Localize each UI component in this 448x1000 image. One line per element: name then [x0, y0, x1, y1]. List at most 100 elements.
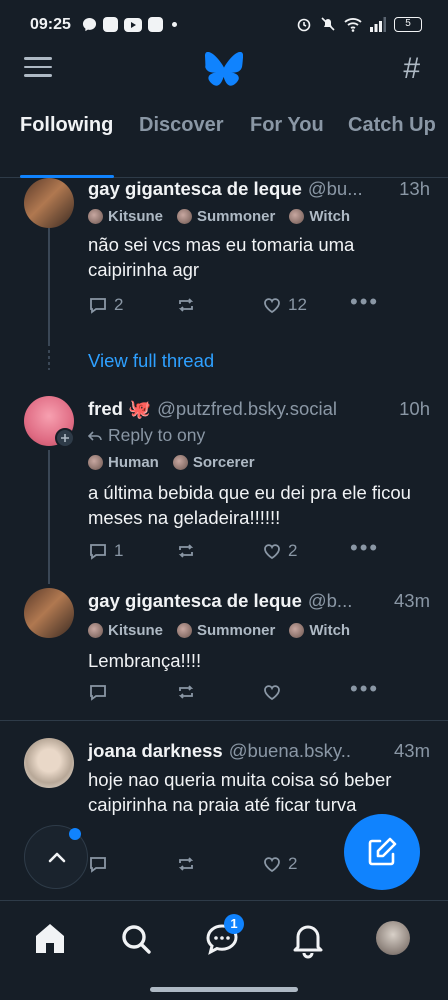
- post-text: hoje nao queria muita coisa só beber cai…: [88, 769, 392, 815]
- more-options-icon[interactable]: •••: [350, 678, 379, 700]
- butterfly-logo-icon[interactable]: [205, 52, 243, 86]
- app-icon: [148, 17, 163, 32]
- reply-button[interactable]: 1: [88, 541, 123, 561]
- bell-icon[interactable]: [288, 919, 328, 959]
- heart-icon: [264, 298, 280, 314]
- profile-badges: Kitsune Summoner Witch: [88, 208, 350, 225]
- reply-icon: [90, 857, 106, 873]
- reply-button[interactable]: [88, 682, 114, 702]
- author-name[interactable]: joana darkness: [88, 740, 223, 762]
- system-icons: 5: [296, 16, 422, 32]
- feeds-hash-icon[interactable]: #: [403, 52, 420, 86]
- badge: Witch: [289, 622, 350, 639]
- compose-icon: [368, 837, 397, 866]
- badge-icon: [172, 455, 188, 470]
- tab-discover[interactable]: Discover: [139, 114, 224, 137]
- reply-arrow-icon: [88, 430, 102, 441]
- like-button[interactable]: 2: [262, 541, 297, 561]
- reply-to-label[interactable]: Reply to ony: [88, 425, 205, 446]
- post-time[interactable]: 10h: [399, 398, 430, 420]
- badge-icon: [177, 623, 193, 638]
- like-button[interactable]: 12: [262, 295, 307, 315]
- dot-icon: [172, 22, 177, 27]
- post-time[interactable]: 13h: [399, 178, 430, 200]
- like-count: 12: [288, 295, 307, 314]
- post-time[interactable]: 43m: [394, 740, 430, 762]
- more-options-icon[interactable]: •••: [350, 291, 379, 313]
- like-button[interactable]: [262, 682, 288, 702]
- reply-button[interactable]: [88, 854, 114, 874]
- youtube-icon: [124, 17, 142, 32]
- thread-line: [48, 450, 50, 584]
- home-icon[interactable]: [30, 919, 70, 959]
- more-options-icon[interactable]: •••: [350, 537, 379, 559]
- thread-line-dotted: [48, 350, 50, 370]
- bottom-nav: [0, 900, 448, 1000]
- post-divider: [0, 720, 448, 721]
- post-actions: 2: [88, 854, 388, 878]
- repost-button[interactable]: [176, 541, 196, 561]
- mute-icon: [321, 17, 335, 31]
- tab-catch-up[interactable]: Catch Up: [348, 114, 436, 137]
- messenger-icon: [82, 17, 97, 32]
- tab-following[interactable]: Following: [20, 114, 113, 137]
- author-name[interactable]: gay gigantesca de leque: [88, 590, 302, 612]
- view-full-thread-link[interactable]: View full thread: [88, 350, 214, 372]
- post-text: Lembrança!!!!: [88, 650, 202, 671]
- profile-badges: Human Sorcerer: [88, 454, 255, 471]
- post-header: gay gigantesca de leque @b... 43m: [88, 590, 430, 612]
- repost-button[interactable]: [176, 682, 196, 702]
- like-button[interactable]: 2: [262, 854, 297, 874]
- avatar[interactable]: [24, 178, 74, 228]
- reply-button[interactable]: 2: [88, 295, 123, 315]
- badge-icon: [88, 455, 103, 470]
- badge-label: Sorcerer: [192, 454, 255, 471]
- post-time[interactable]: 43m: [394, 590, 430, 612]
- compose-button[interactable]: [344, 814, 420, 890]
- notification-icons: [82, 17, 177, 32]
- author-handle[interactable]: @b...: [308, 590, 388, 612]
- feed[interactable]: gay gigantesca de leque @bu... 13h Kitsu…: [0, 178, 448, 900]
- badge-label: Witch: [309, 622, 351, 639]
- post-header: fred 🐙 @putzfred.bsky.social 10h: [88, 398, 430, 420]
- like-count: 2: [288, 541, 298, 560]
- search-icon[interactable]: [116, 919, 156, 959]
- menu-icon[interactable]: [24, 57, 52, 81]
- reply-icon: [90, 685, 106, 701]
- reply-count: 1: [114, 541, 124, 560]
- badge-label: Witch: [309, 208, 351, 225]
- avatar[interactable]: [24, 738, 74, 788]
- like-count: 2: [288, 854, 298, 873]
- home-indicator[interactable]: [150, 987, 298, 992]
- wifi-icon: [344, 17, 362, 32]
- repost-icon: [178, 544, 194, 558]
- badge: Sorcerer: [172, 454, 255, 471]
- reply-icon: [90, 298, 106, 314]
- post-header: joana darkness @buena.bsky.. 43m: [88, 740, 430, 762]
- post-header: gay gigantesca de leque @bu... 13h: [88, 178, 430, 200]
- author-handle[interactable]: @buena.bsky..: [229, 740, 388, 762]
- follow-plus-icon[interactable]: [55, 428, 75, 448]
- status-time: 09:25: [30, 16, 71, 33]
- author-handle[interactable]: @bu...: [308, 178, 393, 200]
- author-name[interactable]: fred 🐙: [88, 398, 151, 420]
- author-name[interactable]: gay gigantesca de leque: [88, 178, 302, 200]
- heart-icon: [264, 857, 280, 873]
- badge-label: Kitsune: [108, 622, 164, 639]
- repost-button[interactable]: [176, 295, 196, 315]
- badge: Human: [88, 454, 159, 471]
- badge-icon: [289, 623, 305, 638]
- badge-label: Summoner: [197, 622, 276, 639]
- profile-avatar[interactable]: [376, 921, 410, 955]
- post-actions: 2 12 •••: [88, 291, 388, 319]
- top-bar: #: [0, 50, 448, 90]
- alarm-icon: [297, 18, 311, 32]
- badge-icon: [88, 623, 103, 638]
- thread-line: [48, 218, 50, 346]
- author-handle[interactable]: @putzfred.bsky.social: [157, 398, 393, 420]
- tab-for-you[interactable]: For You: [250, 114, 324, 137]
- repost-button[interactable]: [176, 854, 196, 874]
- heart-icon: [264, 685, 280, 701]
- reply-icon: [90, 544, 106, 560]
- avatar[interactable]: [24, 588, 74, 638]
